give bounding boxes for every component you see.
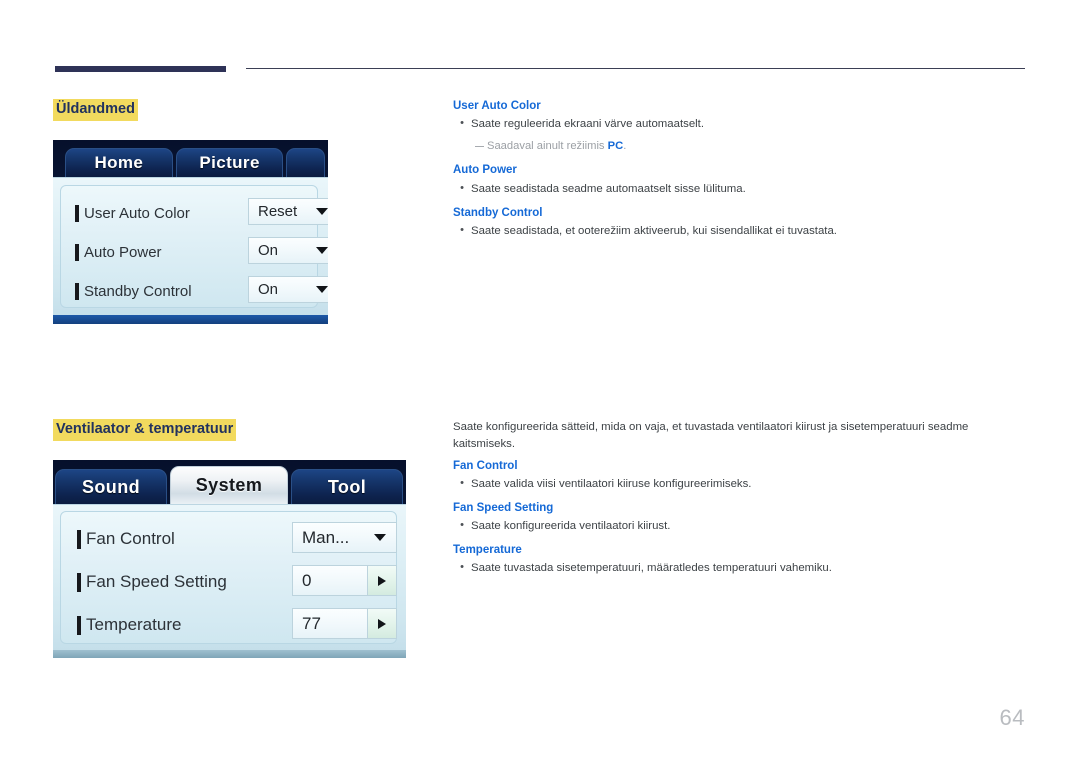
bullet-item: • Saate seadistada, et ooterežiim aktive… [453,223,1013,240]
row-marker-icon [77,572,81,592]
osd-panel-system[interactable]: Sound System Tool Fan Control Man... Fan… [53,460,406,658]
bullet-icon: • [460,519,464,532]
osd-tab-strip-general: Home Picture User Auto Color Reset Auto … [53,140,328,324]
bullet-item: • Saate konfigureerida ventilaatori kiir… [453,518,1013,535]
bullet-item: • Saate reguleerida ekraani värve automa… [453,116,1013,133]
osd-tab-sound-label: Sound [82,476,140,497]
chevron-down-icon[interactable] [374,534,386,541]
osd-tab-home-label: Home [94,153,144,172]
osd-tab-tool-label: Tool [327,476,367,497]
osd-value-temperature[interactable]: 77 [292,608,397,639]
bullet-icon: • [460,224,464,237]
osd-panel-general[interactable]: Home Picture User Auto Color Reset Auto … [53,140,328,324]
osd-tab-strip-system: Sound System Tool Fan Control Man... Fan… [53,460,406,658]
osd-value-text: On [258,281,279,298]
subhead-standby-control: Standby Control [453,207,543,220]
osd-row-label: Temperature [86,615,182,634]
osd-footer-general [53,315,328,324]
bullet-item: • Saate valida viisi ventilaatori kiirus… [453,476,1013,493]
osd-value-fan-control[interactable]: Man... [292,522,397,553]
description-column-fan-temperature: Saate konfigureerida sätteid, mida on va… [453,419,1013,582]
bullet-item: • Saate tuvastada sisetemperatuuri, määr… [453,560,1013,577]
osd-list-general: User Auto Color Reset Auto Power On Stan… [60,185,328,308]
description-column-general: User Auto Color • Saate reguleerida ekra… [453,99,1013,245]
row-marker-icon [75,243,79,261]
section-heading-fan-temperature: Ventilaator & temperatuur [53,419,237,441]
bullet-text: Saate seadistada, et ooterežiim aktiveer… [471,225,837,238]
intro-text: Saate konfigureerida sätteid, mida on va… [453,421,969,450]
page-number: 64 [999,705,1025,730]
bullet-icon: • [460,561,464,574]
bullet-icon: • [460,117,464,130]
bullet-text: Saate konfigureerida ventilaatori kiirus… [471,520,671,533]
osd-tab-next-partial[interactable] [286,148,325,177]
row-marker-icon [77,615,81,635]
bullet-item: • Saate seadistada seadme automaatselt s… [453,181,1013,198]
osd-body-general: User Auto Color Reset Auto Power On Stan… [53,177,328,324]
osd-tab-sound[interactable]: Sound [55,469,167,504]
chevron-right-icon [378,618,386,629]
osd-value-text: 77 [302,613,321,633]
bullet-icon: • [460,181,464,194]
osd-tab-system[interactable]: System [170,466,288,504]
osd-value-auto-power[interactable]: On [248,237,328,264]
note-link-pc: PC [607,139,624,152]
stepper-increase-button[interactable] [367,566,396,595]
osd-footer-system [53,650,406,658]
row-marker-icon [75,282,79,300]
note-text: Saadaval ainult režiimis PC. [487,138,626,154]
subhead-auto-power: Auto Power [453,164,517,177]
osd-value-text: Reset [258,203,298,220]
subhead-fan-control: Fan Control [453,460,518,473]
subhead-fan-speed-setting: Fan Speed Setting [453,501,554,514]
chevron-right-icon [378,575,386,586]
osd-tabs-general: Home Picture [53,140,328,177]
osd-value-fan-speed-setting[interactable]: 0 [292,565,397,596]
note-suffix: . [623,139,627,152]
osd-tab-tool[interactable]: Tool [291,469,403,504]
osd-value-text: 0 [302,570,312,590]
osd-list-system: Fan Control Man... Fan Speed Setting 0 T… [60,511,397,644]
row-marker-icon [77,529,81,549]
note-dash-icon [475,145,484,148]
note-prefix: Saadaval ainult režiimis [487,139,608,152]
subhead-temperature: Temperature [453,543,522,556]
subhead-user-auto-color: User Auto Color [453,100,541,112]
stepper-increase-button[interactable] [367,609,396,638]
osd-value-standby-control[interactable]: On [248,276,328,303]
header-rule-thick [55,66,226,72]
osd-tab-picture-label: Picture [199,153,260,172]
osd-tab-home[interactable]: Home [65,148,173,177]
chevron-down-icon[interactable] [316,208,328,215]
osd-tabs-system: Sound System Tool [53,460,406,504]
chevron-down-icon[interactable] [316,247,328,254]
bullet-text: Saate tuvastada sisetemperatuuri, määrat… [471,562,832,575]
osd-tab-system-label: System [195,475,263,495]
note-availability: Saadaval ainult režiimis PC. [475,138,1013,154]
osd-body-system: Fan Control Man... Fan Speed Setting 0 T… [53,504,406,658]
osd-row-label: Fan Control [86,529,175,548]
header-rule-thin [246,68,1025,69]
osd-row-label: Fan Speed Setting [86,572,227,591]
osd-value-user-auto-color[interactable]: Reset [248,198,328,225]
bullet-text: Saate reguleerida ekraani värve automaat… [471,118,705,131]
section-heading-general: Üldandmed [53,99,138,121]
osd-tab-picture[interactable]: Picture [175,148,284,177]
osd-value-text: Man... [302,527,350,547]
row-marker-icon [75,204,79,222]
osd-row-label: Auto Power [84,243,162,261]
bullet-text: Saate seadistada seadme automaatselt sis… [471,182,746,195]
chevron-down-icon[interactable] [316,286,328,293]
osd-row-label: Standby Control [84,282,192,300]
osd-value-text: On [258,242,279,259]
osd-row-label: User Auto Color [84,204,190,222]
bullet-icon: • [460,477,464,490]
bullet-text: Saate valida viisi ventilaatori kiiruse … [471,478,752,491]
